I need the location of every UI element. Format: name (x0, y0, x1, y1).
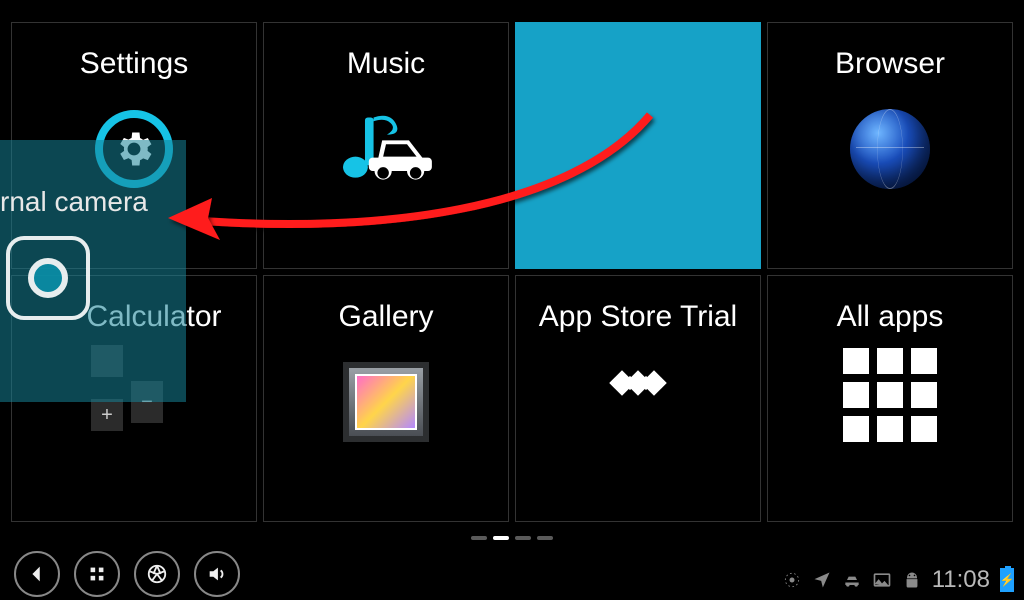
tile-label: Gallery (338, 300, 433, 334)
home-button[interactable] (74, 551, 120, 597)
speaker-icon (206, 563, 228, 585)
tile-gallery[interactable]: Gallery (263, 275, 509, 522)
tile-label: Settings (80, 47, 188, 81)
system-navbar: 11:08 ⚡ (0, 548, 1024, 600)
gps-icon (782, 570, 802, 590)
tile-all-apps[interactable]: All apps (767, 275, 1013, 522)
location-icon (812, 570, 832, 590)
clock: 11:08 (932, 566, 990, 594)
gear-icon (84, 99, 184, 199)
page-indicator (0, 536, 1024, 540)
gallery-icon (336, 352, 436, 452)
battery-charging-icon: ⚡ (1000, 568, 1014, 592)
tile-label: Browser (835, 47, 945, 81)
tile-appstore[interactable]: App Store Trial (515, 275, 761, 522)
tile-label: All apps (837, 300, 944, 334)
tile-music[interactable]: Music (263, 22, 509, 269)
back-icon (26, 563, 48, 585)
globe-icon (840, 99, 940, 199)
launcher-grid: Settings Music Browser Calculator (11, 22, 1013, 526)
status-bar[interactable]: 11:08 ⚡ (782, 566, 1014, 594)
car-status-icon (842, 570, 862, 590)
tile-settings[interactable]: Settings (11, 22, 257, 269)
android-icon (902, 570, 922, 590)
apps-grid-icon (843, 348, 937, 442)
music-car-icon (336, 99, 436, 199)
tile-label: Calculator (46, 300, 221, 334)
back-button[interactable] (14, 551, 60, 597)
tile-calculator[interactable]: Calculator − + (11, 275, 257, 522)
picture-status-icon (872, 570, 892, 590)
aperture-icon (146, 563, 168, 585)
tile-browser[interactable]: Browser (767, 22, 1013, 269)
tile-label: Music (347, 47, 425, 81)
tile-empty-slot[interactable] (515, 22, 761, 269)
camera-button[interactable] (134, 551, 180, 597)
calculator-icon: − + (90, 344, 178, 432)
volume-button[interactable] (194, 551, 240, 597)
apps-icon (86, 563, 108, 585)
diamond-row-icon (614, 374, 662, 392)
tile-label: App Store Trial (539, 300, 737, 334)
